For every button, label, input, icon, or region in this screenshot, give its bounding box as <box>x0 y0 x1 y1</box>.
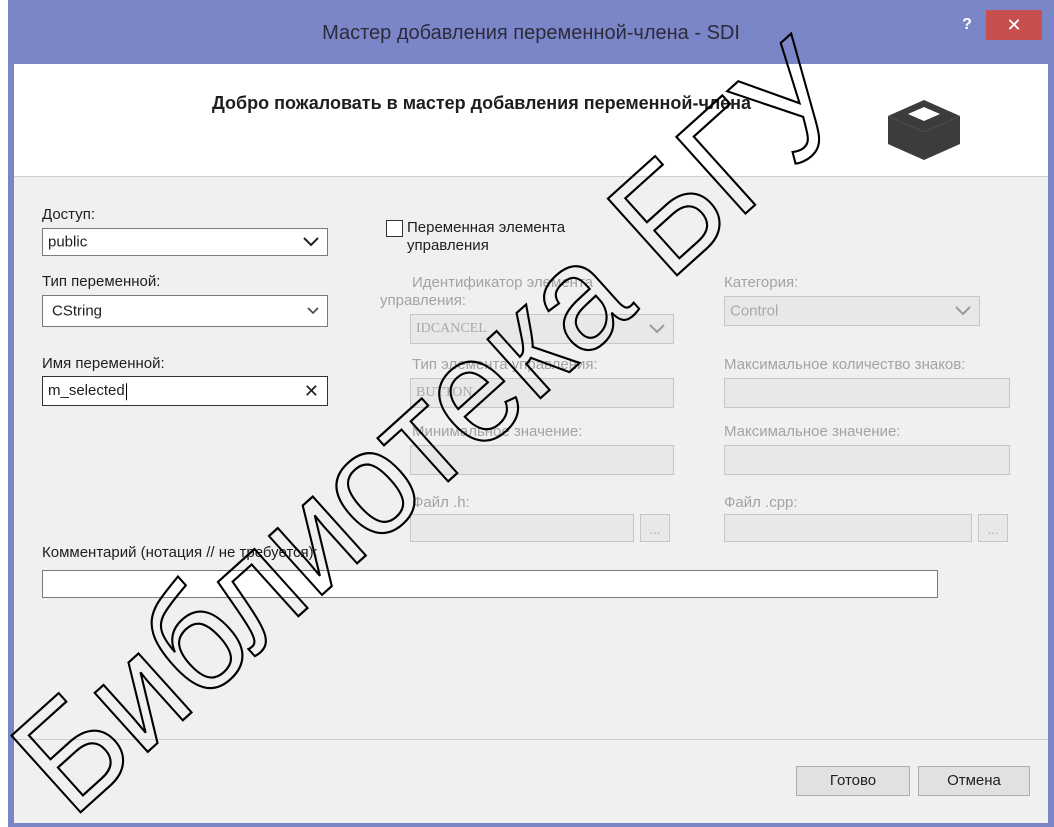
control-variable-label: Переменная элемента управления <box>407 219 566 254</box>
category-select: Control <box>724 296 980 326</box>
category-value: Control <box>730 302 779 320</box>
clear-icon[interactable]: ✕ <box>304 382 319 400</box>
access-label: Доступ: <box>42 206 95 223</box>
control-type-label: Тип элемента управления: <box>412 356 598 373</box>
access-select[interactable]: public <box>42 228 328 256</box>
var-name-text-wrap: m_selected <box>48 382 127 400</box>
var-type-combo[interactable]: CString <box>42 295 328 327</box>
max-value-label: Максимальное значение: <box>724 423 901 440</box>
h-file-browse-button: ... <box>640 514 670 542</box>
dialog-window: Мастер добавления переменной-члена - SDI… <box>8 0 1054 827</box>
title-bar[interactable]: Мастер добавления переменной-члена - SDI… <box>8 0 1054 64</box>
control-type-input: BUTTON <box>410 378 674 408</box>
close-icon: ✕ <box>1006 15 1022 35</box>
text-caret <box>125 382 127 400</box>
close-button[interactable]: ✕ <box>986 10 1042 40</box>
h-file-input <box>410 514 634 542</box>
cpp-file-input <box>724 514 972 542</box>
category-label: Категория: <box>724 274 799 291</box>
var-name-input[interactable]: m_selected ✕ <box>42 376 328 406</box>
comment-input[interactable] <box>42 570 938 598</box>
min-value-label: Минимальное значение: <box>412 423 583 440</box>
var-type-value: CString <box>52 302 103 320</box>
class-member-icon <box>888 100 960 160</box>
control-variable-checkbox[interactable] <box>386 220 403 237</box>
comment-label: Комментарий (нотация // не требуется): <box>42 544 318 561</box>
wizard-header: Добро пожаловать в мастер добавления пер… <box>14 64 1048 177</box>
wizard-header-title: Добро пожаловать в мастер добавления пер… <box>212 93 752 113</box>
footer-divider <box>14 739 1048 740</box>
max-chars-input <box>724 378 1010 408</box>
var-type-label: Тип переменной: <box>42 273 161 290</box>
chevron-down-icon <box>307 307 319 315</box>
chevron-down-icon <box>303 237 319 247</box>
chevron-down-icon <box>649 324 665 334</box>
help-button[interactable]: ? <box>952 12 982 38</box>
max-value-input <box>724 445 1010 475</box>
control-type-value: BUTTON <box>416 385 473 400</box>
cpp-file-browse-button: ... <box>978 514 1008 542</box>
cpp-file-label: Файл .cpp: <box>724 494 798 511</box>
control-id-label: Идентификатор элемента управления: <box>380 274 593 309</box>
h-file-label: Файл .h: <box>412 494 470 511</box>
finish-button[interactable]: Готово <box>796 766 910 796</box>
access-value: public <box>48 233 88 251</box>
chevron-down-icon <box>955 306 971 316</box>
max-chars-label: Максимальное количество знаков: <box>724 356 966 373</box>
control-id-select: IDCANCEL <box>410 314 674 344</box>
cancel-button[interactable]: Отмена <box>918 766 1030 796</box>
var-name-label: Имя переменной: <box>42 355 165 372</box>
window-title: Мастер добавления переменной-члена - SDI <box>322 22 740 44</box>
var-name-value: m_selected <box>48 382 125 400</box>
min-value-input <box>410 445 674 475</box>
control-id-value: IDCANCEL <box>416 321 487 336</box>
dialog-body: Добро пожаловать в мастер добавления пер… <box>14 64 1048 823</box>
